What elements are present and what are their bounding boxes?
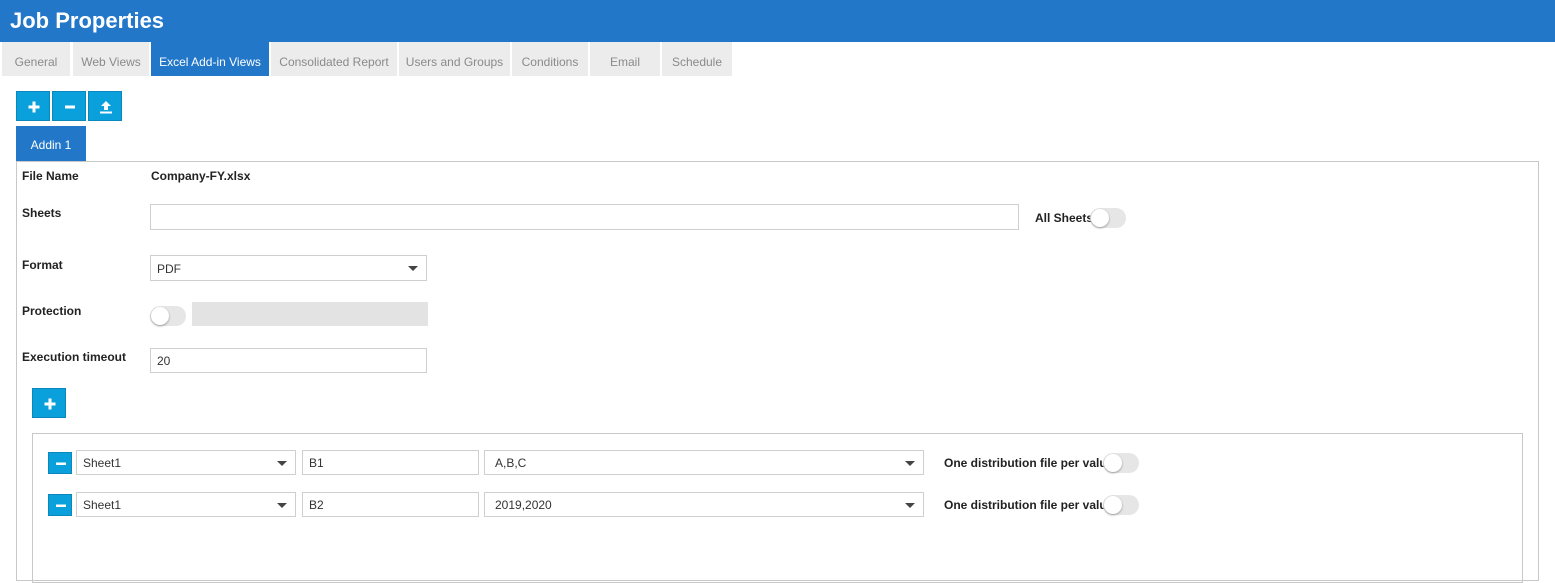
chevron-down-icon (277, 502, 287, 508)
toggle-knob (151, 307, 169, 325)
minus-icon (56, 462, 66, 465)
chevron-down-icon (277, 460, 287, 466)
protection-label: Protection (22, 304, 82, 318)
tab-addin-1[interactable]: Addin 1 (16, 126, 86, 162)
sheets-input[interactable] (150, 204, 1019, 230)
tab-excel-addin-views[interactable]: Excel Add-in Views (151, 42, 269, 76)
plus-icon (44, 398, 56, 410)
distribution-values-value: 2019,2020 (495, 498, 552, 512)
format-label: Format (22, 258, 63, 272)
chevron-down-icon (408, 266, 418, 271)
distribution-cell-input[interactable]: B1 (302, 450, 479, 475)
tab-email[interactable]: Email (590, 42, 660, 76)
remove-addin-button[interactable] (52, 91, 86, 121)
tab-consolidated-report[interactable]: Consolidated Report (271, 42, 397, 76)
tab-conditions[interactable]: Conditions (512, 42, 588, 76)
tab-web-views[interactable]: Web Views (73, 42, 149, 76)
one-file-per-value-toggle[interactable] (1103, 453, 1139, 473)
add-distribution-button[interactable] (32, 388, 66, 418)
remove-distribution-row-button[interactable] (48, 494, 72, 516)
distribution-values-select[interactable]: 2019,2020 (484, 492, 924, 517)
one-file-per-value-label: One distribution file per value (944, 498, 1114, 512)
tab-users-and-groups[interactable]: Users and Groups (399, 42, 510, 76)
protection-toggle[interactable] (150, 306, 186, 326)
distribution-values-value: A,B,C (495, 456, 527, 470)
one-file-per-value-toggle[interactable] (1103, 495, 1139, 515)
distribution-sheet-select[interactable]: Sheet1 (76, 450, 296, 475)
one-file-per-value-label: One distribution file per value (944, 456, 1114, 470)
toggle-knob (1104, 454, 1122, 472)
all-sheets-label: All Sheets (1035, 211, 1094, 225)
distribution-sheet-select[interactable]: Sheet1 (76, 492, 296, 517)
execution-timeout-label: Execution timeout (22, 350, 127, 364)
distribution-values-select[interactable]: A,B,C (484, 450, 924, 475)
minus-icon (56, 504, 66, 507)
execution-timeout-input[interactable]: 20 (150, 348, 427, 373)
file-name-value: Company-FY.xlsx (151, 169, 251, 183)
distribution-sheet-value: Sheet1 (83, 498, 122, 512)
file-name-label: File Name (22, 169, 79, 183)
add-addin-button[interactable] (16, 91, 50, 121)
window-title: Job Properties (0, 0, 1555, 42)
tab-general[interactable]: General (2, 42, 70, 76)
upload-icon (100, 101, 112, 114)
all-sheets-toggle[interactable] (1090, 208, 1126, 228)
sheets-label: Sheets (22, 206, 62, 220)
distribution-sheet-value: Sheet1 (83, 456, 122, 470)
remove-distribution-row-button[interactable] (48, 452, 72, 474)
format-select[interactable]: PDF (150, 255, 427, 281)
upload-button[interactable] (88, 91, 122, 121)
toggle-knob (1091, 209, 1109, 227)
minus-icon (65, 105, 75, 109)
plus-icon (28, 101, 40, 113)
chevron-down-icon (905, 502, 915, 508)
protection-password-field (192, 302, 428, 326)
tab-bar: General Web Views Excel Add-in Views Con… (0, 42, 1555, 76)
tab-schedule[interactable]: Schedule (662, 42, 732, 76)
chevron-down-icon (905, 460, 915, 466)
toggle-knob (1104, 496, 1122, 514)
distribution-cell-input[interactable]: B2 (302, 492, 479, 517)
format-value: PDF (157, 262, 181, 276)
